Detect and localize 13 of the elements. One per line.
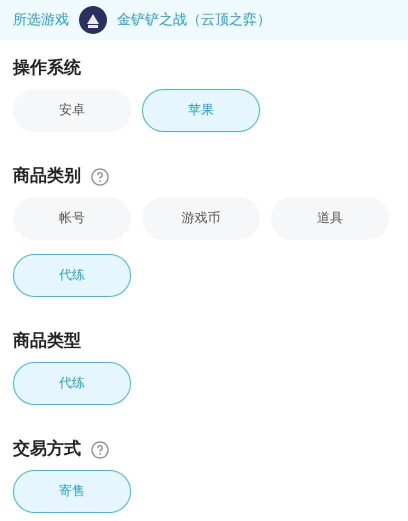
section-title: 操作系统 (13, 57, 81, 80)
section-title: 交易方式 (13, 438, 81, 462)
help-icon[interactable] (91, 168, 109, 186)
header-label: 所选游戏 (13, 10, 69, 30)
option-chip[interactable]: 道具 (271, 197, 389, 240)
section-title: 商品类别 (13, 165, 81, 188)
option-chip[interactable]: 游戏币 (142, 197, 260, 240)
game-logo-icon (79, 6, 107, 34)
game-name: 金铲铲之战（云顶之弈） (117, 10, 271, 30)
section-title: 商品类型 (13, 330, 81, 354)
option-chip[interactable]: 安卓 (13, 89, 131, 132)
help-icon[interactable] (91, 441, 109, 459)
option-chip[interactable]: 帐号 (13, 197, 131, 240)
